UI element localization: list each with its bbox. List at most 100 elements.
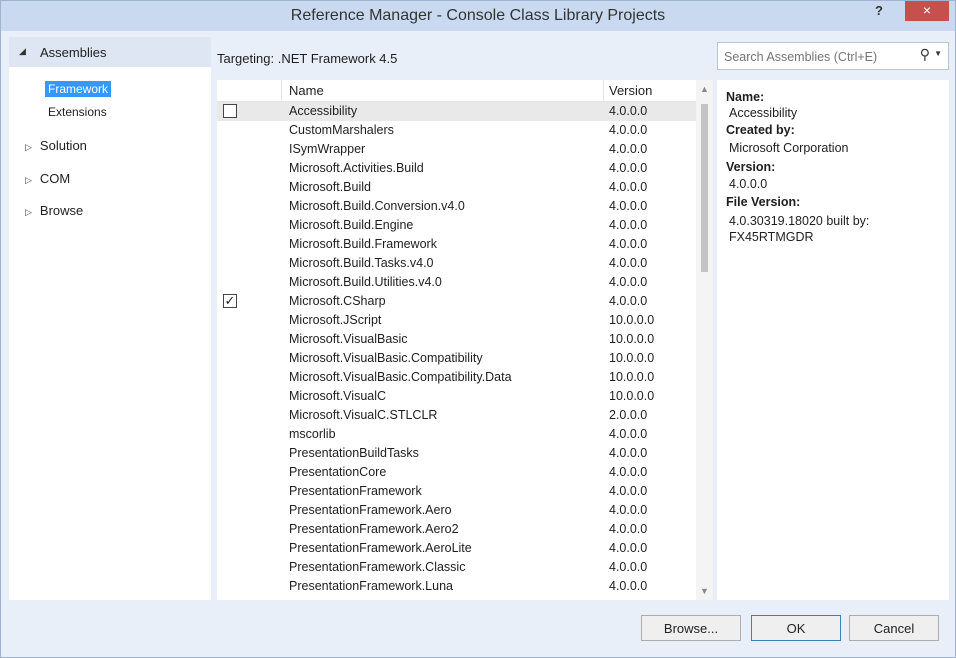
row-name: PresentationFramework.Classic (289, 560, 466, 574)
row-name: Microsoft.Build.Utilities.v4.0 (289, 275, 442, 289)
table-row[interactable]: PresentationFramework.AeroLite 4.0.0.0 (217, 539, 697, 558)
table-row[interactable]: Microsoft.Build.Utilities.v4.0 4.0.0.0 (217, 273, 697, 292)
browse-button[interactable]: Browse... (641, 615, 741, 641)
scroll-up-icon[interactable]: ▲ (700, 84, 709, 94)
row-name: PresentationFramework.AeroLite (289, 541, 472, 555)
row-version: 4.0.0.0 (609, 294, 648, 308)
row-checkbox[interactable] (223, 104, 237, 118)
table-row[interactable]: Accessibility 4.0.0.0 (217, 102, 697, 121)
nav-browse-label: Browse (39, 203, 84, 218)
table-row[interactable]: Microsoft.Build.Tasks.v4.0 4.0.0.0 (217, 254, 697, 273)
detail-name-value: Accessibility (729, 106, 798, 120)
table-row[interactable]: Microsoft.JScript 10.0.0.0 (217, 311, 697, 330)
table-row[interactable]: Microsoft.Activities.Build 4.0.0.0 (217, 159, 697, 178)
row-version: 2.0.0.0 (609, 408, 648, 422)
detail-fileversion-value-2: FX45RTMGDR (729, 230, 814, 244)
detail-version-value: 4.0.0.0 (729, 177, 768, 191)
assembly-list: Name Version Accessibility 4.0.0.0 CustomM… (217, 80, 697, 600)
nav-assemblies[interactable]: ◢ Assemblies (9, 37, 211, 67)
collapsed-triangle-icon: ▷ (25, 142, 32, 152)
table-row[interactable]: Microsoft.Build 4.0.0.0 (217, 178, 697, 197)
search-icon[interactable]: ⚲ (920, 46, 930, 63)
details-panel: Name: Accessibility Created by: Microsof… (717, 80, 949, 600)
table-row[interactable]: Microsoft.Build.Engine 4.0.0.0 (217, 216, 697, 235)
row-name: PresentationFramework.Aero (289, 503, 452, 517)
nav-browse[interactable]: ▷ Browse (25, 203, 83, 218)
table-row[interactable]: PresentationFramework.Classic 4.0.0.0 (217, 558, 697, 577)
table-row[interactable]: Microsoft.VisualBasic.Compatibility.Data… (217, 368, 697, 387)
table-row[interactable]: Microsoft.VisualC 10.0.0.0 (217, 387, 697, 406)
table-row[interactable]: Microsoft.VisualC.STLCLR 2.0.0.0 (217, 406, 697, 425)
checkmark-icon: ✓ (224, 293, 236, 308)
search-input[interactable] (722, 47, 906, 67)
table-row[interactable]: PresentationFramework 4.0.0.0 (217, 482, 697, 501)
detail-createdby-value: Microsoft Corporation (729, 141, 849, 155)
table-row[interactable]: Microsoft.VisualBasic 10.0.0.0 (217, 330, 697, 349)
row-version: 4.0.0.0 (609, 161, 648, 175)
detail-createdby-label: Created by: (726, 123, 795, 137)
close-button[interactable]: × (905, 1, 949, 21)
scroll-thumb[interactable] (701, 104, 708, 272)
collapsed-triangle-icon: ▷ (25, 207, 32, 217)
scroll-down-icon[interactable]: ▼ (700, 586, 709, 596)
nav-com[interactable]: ▷ COM (25, 171, 70, 186)
row-version: 4.0.0.0 (609, 560, 648, 574)
targeting-label: Targeting: .NET Framework 4.5 (217, 51, 398, 66)
table-row[interactable]: PresentationFramework.Aero 4.0.0.0 (217, 501, 697, 520)
table-row[interactable]: PresentationFramework.Aero2 4.0.0.0 (217, 520, 697, 539)
row-version: 10.0.0.0 (609, 370, 655, 384)
row-name: PresentationCore (289, 465, 387, 479)
row-version: 4.0.0.0 (609, 275, 648, 289)
row-name: PresentationBuildTasks (289, 446, 419, 460)
row-version: 10.0.0.0 (609, 351, 655, 365)
collapsed-triangle-icon: ▷ (25, 175, 32, 185)
row-name: Microsoft.Build.Framework (289, 237, 437, 251)
column-separator[interactable] (281, 80, 282, 101)
row-version: 4.0.0.0 (609, 465, 648, 479)
row-checkbox[interactable]: ✓ (223, 294, 237, 308)
window-title: Reference Manager - Console Class Librar… (290, 7, 666, 24)
nav-item-framework[interactable]: Framework (45, 81, 112, 97)
column-separator[interactable] (603, 80, 604, 101)
detail-name-label: Name: (726, 90, 765, 104)
row-name: Accessibility (289, 104, 358, 118)
row-version: 4.0.0.0 (609, 218, 648, 232)
list-scrollbar[interactable]: ▲ ▼ (696, 80, 713, 600)
table-row[interactable]: PresentationFramework.Luna 4.0.0.0 (217, 577, 697, 596)
row-name: Microsoft.Build.Conversion.v4.0 (289, 199, 465, 213)
search-box[interactable]: ⚲ ▼ (717, 42, 949, 70)
chevron-down-icon[interactable]: ▼ (934, 49, 942, 58)
table-row[interactable]: ISymWrapper 4.0.0.0 (217, 140, 697, 159)
row-name: CustomMarshalers (289, 123, 394, 137)
table-row[interactable]: PresentationBuildTasks 4.0.0.0 (217, 444, 697, 463)
column-header-name[interactable]: Name (289, 83, 324, 98)
row-name: PresentationFramework (289, 484, 422, 498)
dialog-footer: Browse... OK Cancel (1, 605, 955, 657)
help-button[interactable]: ? (875, 3, 883, 18)
table-row[interactable]: Microsoft.VisualBasic.Compatibility 10.0.… (217, 349, 697, 368)
row-name: Microsoft.VisualC.STLCLR (289, 408, 438, 422)
detail-version-label: Version: (726, 160, 776, 174)
table-row[interactable]: Microsoft.Build.Conversion.v4.0 4.0.0.0 (217, 197, 697, 216)
row-version: 4.0.0.0 (609, 503, 648, 517)
column-header-version[interactable]: Version (609, 83, 652, 98)
ok-button[interactable]: OK (751, 615, 841, 641)
row-name: mscorlib (289, 427, 336, 441)
table-row[interactable]: PresentationCore 4.0.0.0 (217, 463, 697, 482)
table-row[interactable]: Microsoft.Build.Framework 4.0.0.0 (217, 235, 697, 254)
reference-manager-window: Reference Manager - Console Class Librar… (0, 0, 956, 658)
row-name: Microsoft.VisualBasic.Compatibility.Data (289, 370, 512, 384)
table-row[interactable]: ✓ Microsoft.CSharp 4.0.0.0 (217, 292, 697, 311)
title-bar: Reference Manager - Console Class Librar… (1, 1, 955, 31)
table-row[interactable]: CustomMarshalers 4.0.0.0 (217, 121, 697, 140)
left-navigation: ◢ Assemblies Framework Extensions ▷ Solut… (9, 37, 211, 600)
row-version: 4.0.0.0 (609, 142, 648, 156)
nav-item-extensions[interactable]: Extensions (45, 104, 110, 120)
row-version: 4.0.0.0 (609, 484, 648, 498)
row-name: PresentationFramework.Aero2 (289, 522, 459, 536)
nav-solution[interactable]: ▷ Solution (25, 138, 87, 153)
table-row[interactable]: mscorlib 4.0.0.0 (217, 425, 697, 444)
row-name: Microsoft.VisualC (289, 389, 387, 403)
cancel-button[interactable]: Cancel (849, 615, 939, 641)
row-name: Microsoft.Build (289, 180, 371, 194)
